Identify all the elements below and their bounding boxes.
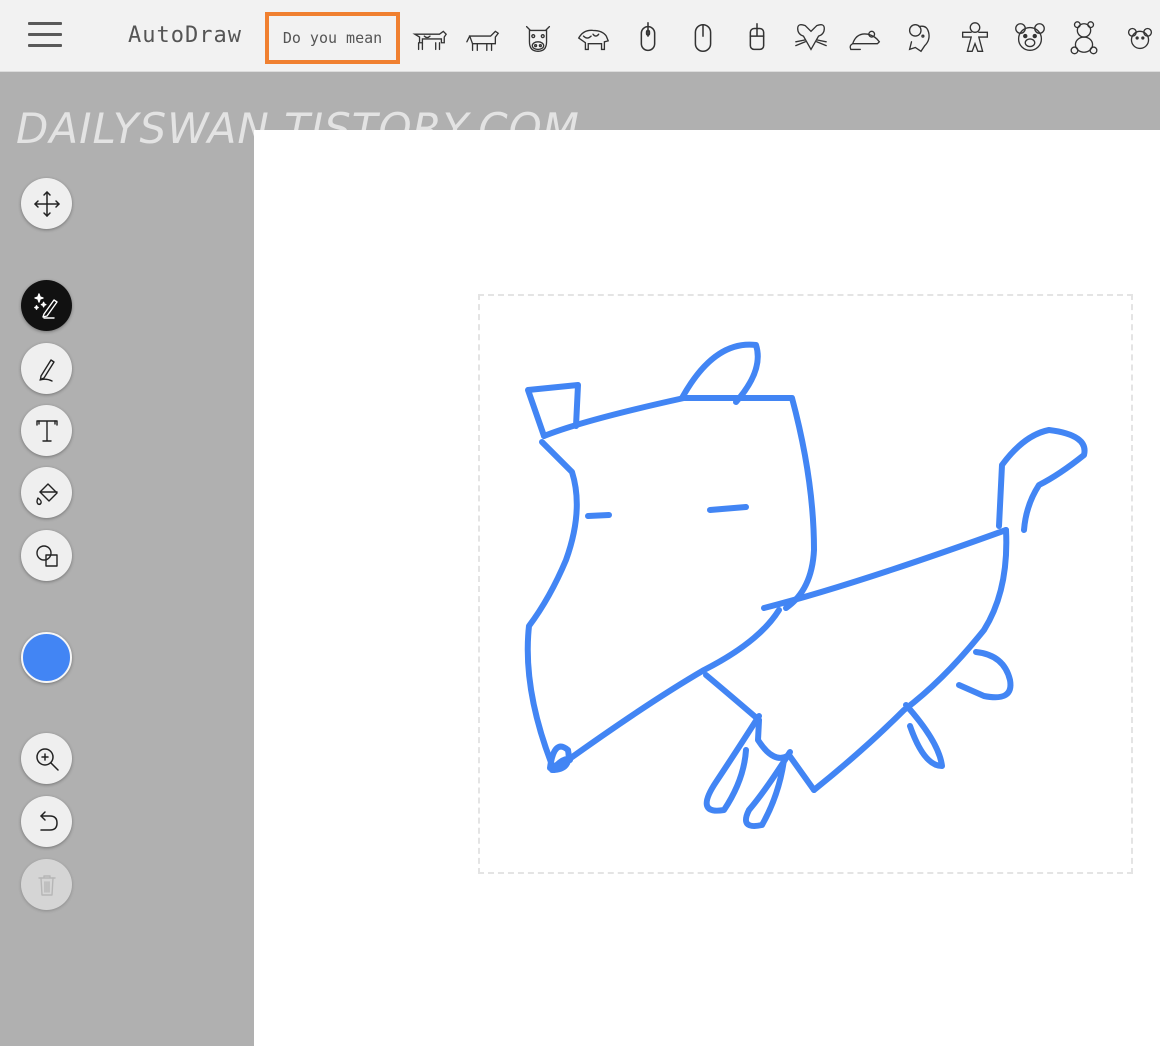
zoom-tool-button[interactable] <box>21 733 72 784</box>
pencil-icon <box>38 358 55 382</box>
bear-head-icon <box>1127 27 1153 50</box>
mouse-head-icon <box>908 24 930 53</box>
fill-bucket-icon <box>35 482 58 505</box>
text-icon <box>35 419 58 442</box>
suggestion-mouse-face[interactable] <box>791 18 831 58</box>
suggestion-mouse-head[interactable] <box>901 18 941 58</box>
suggestion-computer-mouse-3[interactable] <box>737 18 777 58</box>
shapes-icon <box>35 544 58 567</box>
bear-face-icon <box>1015 23 1045 52</box>
fill-tool-button[interactable] <box>21 467 72 518</box>
computer-mouse-icon <box>640 22 656 52</box>
undo-button[interactable] <box>21 796 72 847</box>
suggestion-mouse-animal[interactable] <box>846 18 886 58</box>
shape-tool-button[interactable] <box>21 530 72 581</box>
mouse-face-icon <box>795 24 827 51</box>
suggestion-gingerbread[interactable] <box>955 18 995 58</box>
mouse-animal-icon <box>849 30 881 51</box>
text-tool-button[interactable] <box>21 405 72 456</box>
animal-icon <box>577 29 610 51</box>
do-you-mean-label-box: Do you mean <box>265 12 400 64</box>
drawing-canvas[interactable] <box>254 130 1160 1046</box>
suggestion-computer-mouse-2[interactable] <box>683 18 723 58</box>
computer-mouse-3-icon <box>749 22 765 51</box>
draw-tool-button[interactable] <box>21 343 72 394</box>
gingerbread-icon <box>961 22 989 52</box>
move-icon <box>33 190 60 217</box>
suggestion-cow-face[interactable] <box>518 18 558 58</box>
suggestion-bear-head[interactable] <box>1120 18 1160 58</box>
suggestion-animal[interactable] <box>573 18 613 58</box>
cow-side-icon <box>466 30 500 52</box>
do-you-mean-label: Do you mean <box>282 29 383 47</box>
user-drawing-strokes <box>524 341 1088 829</box>
teddy-bear-icon <box>1070 21 1098 55</box>
autodraw-icon <box>33 292 58 319</box>
undo-icon <box>39 810 58 831</box>
trash-icon <box>37 874 56 896</box>
color-picker-button[interactable] <box>21 632 72 683</box>
suggestion-cow[interactable] <box>410 18 450 58</box>
app-title: AutoDraw <box>128 23 242 48</box>
suggestion-cow-side[interactable] <box>463 18 503 58</box>
suggestion-computer-mouse[interactable] <box>628 18 668 58</box>
move-tool-button[interactable] <box>21 178 72 229</box>
cow-face-icon <box>525 25 551 52</box>
autodraw-tool-button[interactable] <box>21 280 72 331</box>
menu-icon[interactable] <box>28 22 62 50</box>
suggestion-teddy-bear[interactable] <box>1064 18 1104 58</box>
zoom-icon <box>35 747 59 771</box>
computer-mouse-2-icon <box>694 23 712 53</box>
top-bar: AutoDraw Do you mean <box>0 0 1160 72</box>
cow-icon <box>412 30 448 51</box>
suggestion-bear-face[interactable] <box>1010 18 1050 58</box>
delete-button[interactable] <box>21 859 72 910</box>
